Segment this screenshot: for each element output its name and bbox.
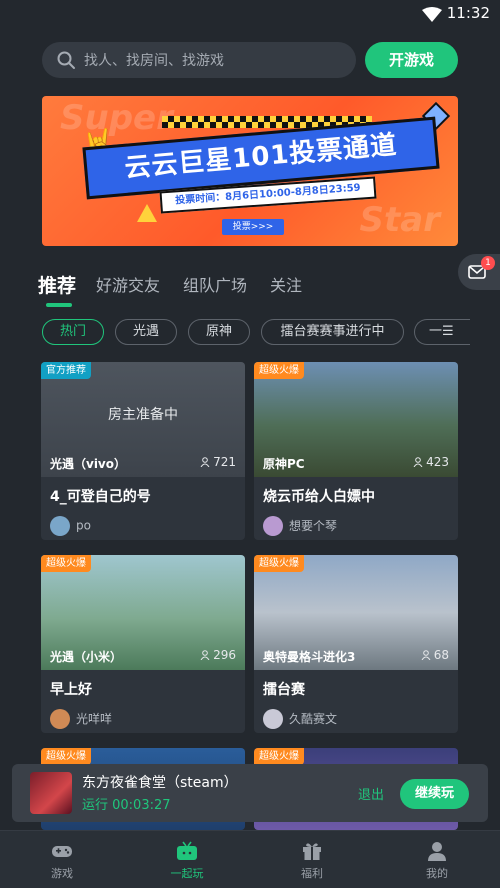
bottom-nav: 游戏 一起玩 福利 我的 xyxy=(0,830,500,888)
room-game: 光遇（vivo） xyxy=(50,457,127,471)
room-game: 光遇（小米） xyxy=(50,650,123,664)
room-title: 擂台赛 xyxy=(263,682,305,698)
tv-icon xyxy=(176,841,198,861)
room-host: 久酷赛文 xyxy=(263,708,337,729)
wifi-icon xyxy=(422,7,442,26)
tab-friends[interactable]: 好游交友 xyxy=(96,272,160,296)
person-icon xyxy=(426,841,448,861)
avatar xyxy=(263,708,283,729)
viewer-count: 296 xyxy=(200,648,236,662)
room-title: 4_可登自己的号 xyxy=(50,489,151,505)
room-tag: 超级火爆 xyxy=(254,362,304,379)
continue-button[interactable]: 继续玩 xyxy=(400,779,469,809)
room-tag: 超级火爆 xyxy=(254,748,304,765)
avatar xyxy=(263,515,283,536)
tab-indicator xyxy=(46,303,72,307)
tab-follow[interactable]: 关注 xyxy=(270,272,302,296)
person-icon xyxy=(200,457,210,467)
playing-status: 运行 00:03:27 xyxy=(82,798,171,813)
avatar xyxy=(50,515,70,536)
search-icon xyxy=(56,50,76,74)
game-cover xyxy=(30,772,72,814)
room-host: 想要个琴 xyxy=(263,515,337,536)
triangle-icon xyxy=(137,204,157,222)
room-host: po xyxy=(50,515,91,536)
nav-label: 我的 xyxy=(426,867,448,880)
nav-label: 福利 xyxy=(301,867,323,880)
message-badge: 1 xyxy=(481,256,495,270)
message-button[interactable]: 1 xyxy=(458,254,500,290)
viewer-count: 721 xyxy=(200,455,236,469)
avatar xyxy=(50,708,70,729)
room-host: 光咩咩 xyxy=(50,708,112,729)
room-tag: 超级火爆 xyxy=(41,748,91,765)
status-time: 11:32 xyxy=(446,4,490,22)
room-tag: 超级火爆 xyxy=(41,555,91,572)
banner-bg-word: Star xyxy=(359,200,440,240)
room-status: 房主准备中 xyxy=(108,407,178,423)
search-placeholder: 找人、找房间、找游戏 xyxy=(84,53,224,69)
nav-mine[interactable]: 我的 xyxy=(397,841,477,881)
gamepad-icon xyxy=(51,841,73,861)
viewer-count: 68 xyxy=(421,648,449,662)
room-tag: 官方推荐 xyxy=(41,362,91,379)
person-icon xyxy=(413,457,423,467)
room-game: 奥特曼格斗进化3 xyxy=(263,650,356,664)
nav-label: 一起玩 xyxy=(170,867,204,880)
chip-sky[interactable]: 光遇 xyxy=(115,319,177,345)
vote-button[interactable]: 投票>>> xyxy=(222,219,284,235)
now-playing-bar: 东方夜雀食堂（steam） 运行 00:03:27 退出 继续玩 xyxy=(12,764,488,822)
room-card[interactable]: 超级火爆 光遇（小米） 296 早上好 光咩咩 xyxy=(41,555,245,733)
quit-button[interactable]: 退出 xyxy=(358,784,384,803)
room-title: 早上好 xyxy=(50,682,92,698)
tab-recommend[interactable]: 推荐 xyxy=(38,271,76,298)
chip-more[interactable]: 一☰ xyxy=(414,319,470,345)
person-icon xyxy=(200,650,210,660)
chip-hot[interactable]: 热门 xyxy=(42,319,104,345)
tab-team-square[interactable]: 组队广场 xyxy=(183,272,247,296)
promo-banner[interactable]: Super Star 🤘 云云巨星101投票通道 投票时间：8月6日10:00-… xyxy=(42,96,458,246)
room-card[interactable]: 官方推荐 房主准备中 光遇（vivo） 721 4_可登自己的号 po xyxy=(41,362,245,540)
gift-icon xyxy=(301,841,323,861)
banner-bg-word: Super xyxy=(60,98,173,138)
chip-genshin[interactable]: 原神 xyxy=(188,319,250,345)
banner-pagination xyxy=(222,236,267,246)
nav-welfare[interactable]: 福利 xyxy=(272,841,352,881)
chip-arena[interactable]: 擂台赛赛事进行中 xyxy=(261,319,404,345)
room-card[interactable]: 超级火爆 原神PC 423 烧云币给人白嫖中 想要个琴 xyxy=(254,362,458,540)
nav-play-together[interactable]: 一起玩 xyxy=(147,841,227,881)
nav-label: 游戏 xyxy=(51,867,73,880)
status-bar: 11:32 xyxy=(0,0,500,28)
room-card[interactable]: 超级火爆 奥特曼格斗进化3 68 擂台赛 久酷赛文 xyxy=(254,555,458,733)
nav-games[interactable]: 游戏 xyxy=(22,841,102,881)
room-title: 烧云币给人白嫖中 xyxy=(263,489,375,505)
room-tag: 超级火爆 xyxy=(254,555,304,572)
playing-game-name: 东方夜雀食堂（steam） xyxy=(82,775,238,791)
person-icon xyxy=(421,650,431,660)
room-game: 原神PC xyxy=(263,457,305,471)
search-input[interactable]: 找人、找房间、找游戏 xyxy=(42,42,356,78)
viewer-count: 423 xyxy=(413,455,449,469)
start-game-button[interactable]: 开游戏 xyxy=(365,42,458,78)
